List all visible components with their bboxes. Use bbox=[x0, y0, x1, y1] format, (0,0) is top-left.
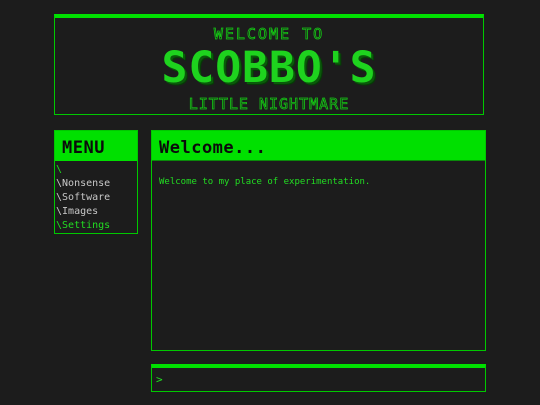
content-title: Welcome... bbox=[152, 131, 485, 161]
site-banner: WELCOME TO SCOBBO'S LITTLE NIGHTMARE bbox=[54, 14, 484, 115]
content-panel: Welcome... Welcome to my place of experi… bbox=[151, 130, 486, 351]
menu-item-settings[interactable]: \Settings bbox=[56, 219, 137, 233]
menu-list: \ \Nonsense \Software \Images \Settings bbox=[55, 161, 137, 233]
menu-item-label: Nonsense bbox=[62, 178, 111, 189]
menu-item-nonsense[interactable]: \Nonsense bbox=[56, 177, 137, 191]
content-body-text: Welcome to my place of experimentation. bbox=[159, 177, 371, 187]
menu-item-software[interactable]: \Software bbox=[56, 191, 137, 205]
console-input[interactable] bbox=[166, 371, 480, 389]
menu-item-label: Images bbox=[62, 206, 99, 217]
menu-panel: MENU \ \Nonsense \Software \Images \Sett… bbox=[54, 130, 138, 234]
menu-item-root[interactable]: \ bbox=[56, 163, 137, 177]
console-bar: > bbox=[151, 364, 486, 392]
menu-item-label: Software bbox=[62, 192, 111, 203]
menu-item-label: Settings bbox=[62, 220, 111, 231]
banner-welcome-text: WELCOME TO bbox=[213, 25, 325, 44]
banner-site-title: SCOBBO'S bbox=[161, 43, 377, 93]
menu-title: MENU bbox=[55, 131, 137, 161]
menu-item-images[interactable]: \Images bbox=[56, 205, 137, 219]
banner-subtitle: LITTLE NIGHTMARE bbox=[188, 95, 350, 114]
prompt-chevron-icon: > bbox=[156, 373, 163, 386]
